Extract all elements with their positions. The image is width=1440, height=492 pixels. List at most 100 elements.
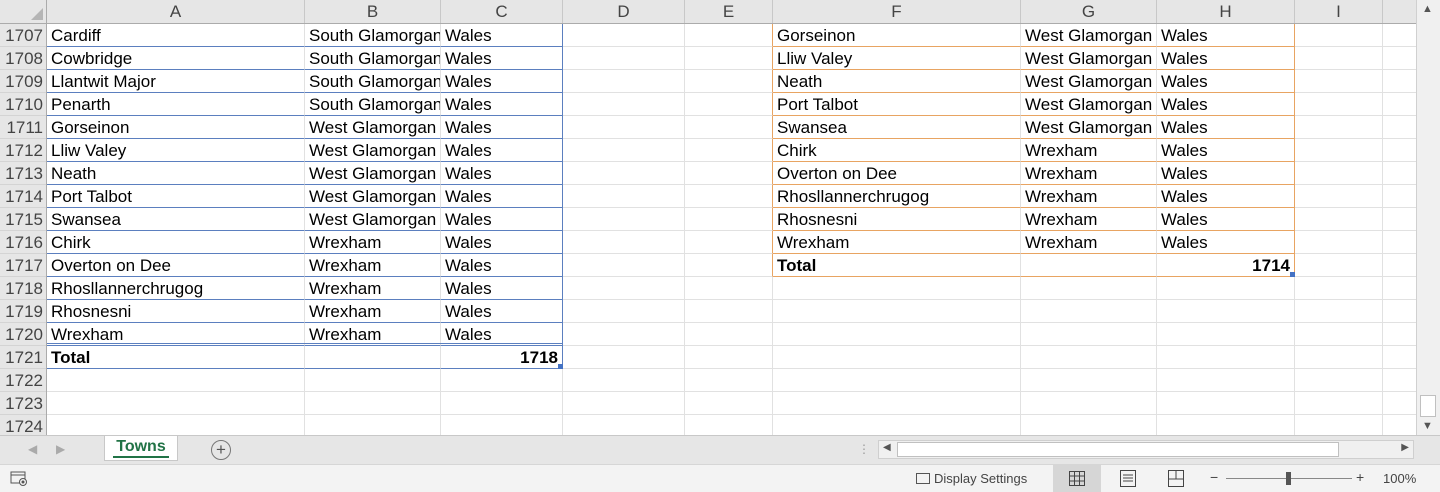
cell[interactable]: Wales — [441, 93, 563, 116]
cell[interactable]: West Glamorgan — [305, 116, 441, 139]
zoom-in-icon[interactable]: + — [1356, 469, 1364, 485]
cell[interactable] — [685, 185, 773, 208]
row-header[interactable]: 1717 — [0, 254, 46, 277]
cell[interactable]: Wales — [441, 70, 563, 93]
cell[interactable]: South Glamorgan — [305, 47, 441, 70]
cell[interactable] — [47, 415, 305, 435]
cell[interactable] — [1383, 70, 1416, 93]
cell[interactable]: Wales — [1157, 93, 1295, 116]
cell[interactable]: West Glamorgan — [1021, 93, 1157, 116]
cell[interactable]: Port Talbot — [47, 185, 305, 208]
cell[interactable]: Gorseinon — [47, 116, 305, 139]
cell[interactable] — [1021, 254, 1157, 277]
cell[interactable]: Port Talbot — [773, 93, 1021, 116]
cell[interactable] — [563, 277, 685, 300]
cell[interactable]: West Glamorgan — [1021, 70, 1157, 93]
cell[interactable] — [1383, 93, 1416, 116]
cell[interactable] — [1157, 300, 1295, 323]
cell[interactable]: Wrexham — [305, 277, 441, 300]
cell[interactable] — [685, 415, 773, 435]
cell[interactable] — [685, 139, 773, 162]
cell[interactable] — [563, 162, 685, 185]
cell[interactable] — [563, 392, 685, 415]
cell[interactable] — [441, 415, 563, 435]
cell[interactable] — [773, 415, 1021, 435]
cell[interactable]: Wales — [1157, 24, 1295, 47]
cell[interactable]: Wales — [441, 116, 563, 139]
cell[interactable] — [563, 231, 685, 254]
cell[interactable] — [685, 300, 773, 323]
cell[interactable]: South Glamorgan — [305, 70, 441, 93]
cell[interactable] — [1295, 415, 1383, 435]
cell[interactable] — [563, 93, 685, 116]
cell[interactable]: South Glamorgan — [305, 24, 441, 47]
cell[interactable] — [1295, 47, 1383, 70]
cell[interactable]: Rhosnesni — [47, 300, 305, 323]
cell[interactable]: Rhosllannerchrugog — [47, 277, 305, 300]
cell[interactable]: West Glamorgan — [305, 162, 441, 185]
cell[interactable] — [1295, 254, 1383, 277]
row-header[interactable]: 1718 — [0, 277, 46, 300]
cell[interactable] — [563, 47, 685, 70]
cell[interactable]: Wales — [441, 185, 563, 208]
column-header-c[interactable]: C — [441, 0, 563, 23]
cell[interactable] — [1383, 415, 1416, 435]
zoom-slider-knob[interactable] — [1286, 472, 1291, 485]
scroll-up-icon[interactable]: ▲ — [1422, 3, 1433, 15]
normal-view-button[interactable] — [1053, 465, 1101, 492]
cell[interactable] — [1295, 208, 1383, 231]
cell[interactable]: Wales — [441, 277, 563, 300]
cell[interactable] — [1295, 24, 1383, 47]
cell[interactable] — [1021, 346, 1157, 369]
cell[interactable]: Total — [773, 254, 1021, 277]
cell[interactable] — [773, 323, 1021, 346]
cell[interactable] — [685, 231, 773, 254]
cell[interactable]: Wales — [441, 254, 563, 277]
cell[interactable] — [685, 162, 773, 185]
cell[interactable] — [1021, 369, 1157, 392]
column-header-h[interactable]: H — [1157, 0, 1295, 23]
cell[interactable] — [1383, 162, 1416, 185]
row-header[interactable]: 1720 — [0, 323, 46, 346]
cell[interactable]: South Glamorgan — [305, 93, 441, 116]
cell[interactable]: Wales — [441, 139, 563, 162]
cell[interactable] — [1021, 392, 1157, 415]
cell[interactable]: Wales — [1157, 231, 1295, 254]
cell[interactable]: Lliw Valey — [773, 47, 1021, 70]
cell[interactable]: Wales — [441, 162, 563, 185]
cell[interactable]: Wrexham — [1021, 185, 1157, 208]
cell[interactable]: Wales — [441, 231, 563, 254]
page-break-view-button[interactable] — [1152, 465, 1200, 492]
cell[interactable] — [1295, 300, 1383, 323]
display-settings-button[interactable]: Display Settings — [916, 471, 1027, 486]
cell[interactable] — [1157, 392, 1295, 415]
row-header[interactable]: 1712 — [0, 139, 46, 162]
cell[interactable] — [1295, 231, 1383, 254]
cell[interactable]: Rhosnesni — [773, 208, 1021, 231]
cell[interactable] — [773, 392, 1021, 415]
sheet-tab-towns[interactable]: Towns — [104, 436, 178, 461]
cell[interactable] — [685, 93, 773, 116]
cell[interactable]: Wrexham — [305, 231, 441, 254]
cell[interactable] — [563, 24, 685, 47]
cell[interactable]: Cowbridge — [47, 47, 305, 70]
cell[interactable] — [1021, 323, 1157, 346]
cell[interactable] — [563, 70, 685, 93]
cell[interactable] — [1295, 346, 1383, 369]
cell[interactable] — [563, 139, 685, 162]
cell[interactable] — [1021, 277, 1157, 300]
cell[interactable] — [1383, 208, 1416, 231]
tab-split-handle-icon[interactable]: ⋮ — [858, 442, 870, 456]
cell[interactable] — [685, 70, 773, 93]
cell[interactable] — [1383, 47, 1416, 70]
cell[interactable]: Wrexham — [1021, 162, 1157, 185]
cell[interactable] — [305, 392, 441, 415]
cell[interactable] — [685, 277, 773, 300]
column-header-i[interactable]: I — [1295, 0, 1383, 23]
cell[interactable] — [1383, 254, 1416, 277]
cell[interactable]: 1714 — [1157, 254, 1295, 277]
cell[interactable]: Wrexham — [1021, 139, 1157, 162]
select-all-button[interactable] — [0, 0, 47, 23]
cell[interactable]: Overton on Dee — [773, 162, 1021, 185]
column-header-b[interactable]: B — [305, 0, 441, 23]
